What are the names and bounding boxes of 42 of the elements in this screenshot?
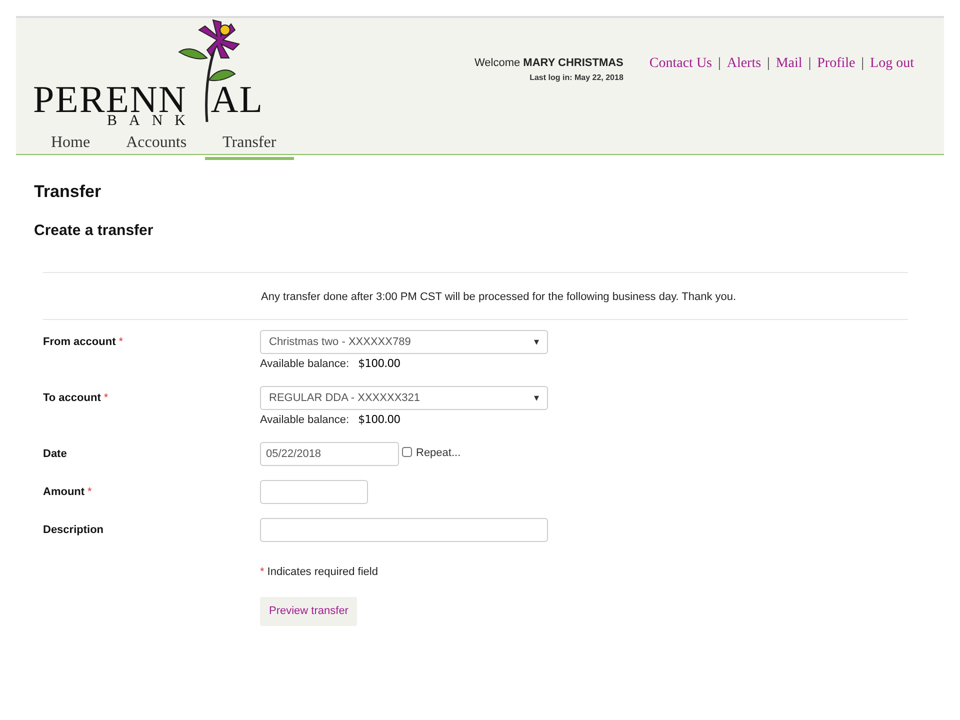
caret-icon: ▾: [534, 334, 539, 350]
link-separator: |: [808, 55, 812, 73]
field-label: To account: [43, 391, 101, 406]
account-select[interactable]: Christmas two - XXXXXX789 ▾: [260, 330, 548, 354]
balance-label: Available balance:: [260, 413, 350, 428]
repeat-checkbox[interactable]: [402, 446, 412, 457]
caret-icon: ▾: [534, 390, 539, 406]
link-separator: |: [767, 55, 770, 73]
required-mark: *: [104, 391, 108, 406]
field-label: Description: [43, 523, 104, 538]
repeat-label: Repeat...: [416, 446, 461, 461]
required-mark: *: [118, 335, 124, 350]
welcome-text: Welcome MARY CHRISTMAS: [474, 56, 624, 71]
link-separator: |: [718, 55, 721, 73]
required-mark: *: [88, 485, 92, 500]
header-link[interactable]: Contact Us: [649, 53, 712, 74]
page-title: Transfer: [34, 181, 102, 203]
required-note: Indicates required field: [267, 565, 378, 580]
amount-field[interactable]: [260, 480, 368, 504]
required-mark: *: [260, 565, 264, 580]
balance-amount: $100.00: [358, 412, 400, 428]
date-field[interactable]: 05/22/2018: [260, 442, 399, 466]
section-title: Create a transfer: [34, 220, 154, 240]
balance-amount: $100.00: [358, 356, 400, 372]
nav-tab[interactable]: Home: [33, 130, 108, 160]
last-login-text: Last log in: May 22, 2018: [530, 72, 624, 84]
link-separator: |: [861, 55, 864, 73]
balance-label: Available balance:: [260, 357, 350, 372]
header-link[interactable]: Log out: [870, 53, 914, 74]
header-link[interactable]: Profile: [817, 53, 856, 74]
notice-text: Any transfer done after 3:00 PM CST will be processed for the following business day. Thank you.: [261, 291, 736, 303]
field-label: Date: [43, 447, 67, 462]
logo-wordmark: AL: [210, 82, 264, 118]
nav-tab[interactable]: Transfer: [204, 130, 294, 160]
account-select[interactable]: REGULAR DDA - XXXXXX321 ▾: [260, 386, 548, 410]
preview-transfer-button[interactable]: Preview transfer: [260, 596, 358, 626]
field-label: Amount: [43, 485, 85, 500]
field-label: From account: [43, 335, 116, 350]
nav-tab[interactable]: Accounts: [108, 130, 205, 160]
header-link[interactable]: Mail: [776, 53, 802, 74]
description-field[interactable]: [260, 518, 548, 542]
header-link[interactable]: Alerts: [726, 53, 762, 74]
